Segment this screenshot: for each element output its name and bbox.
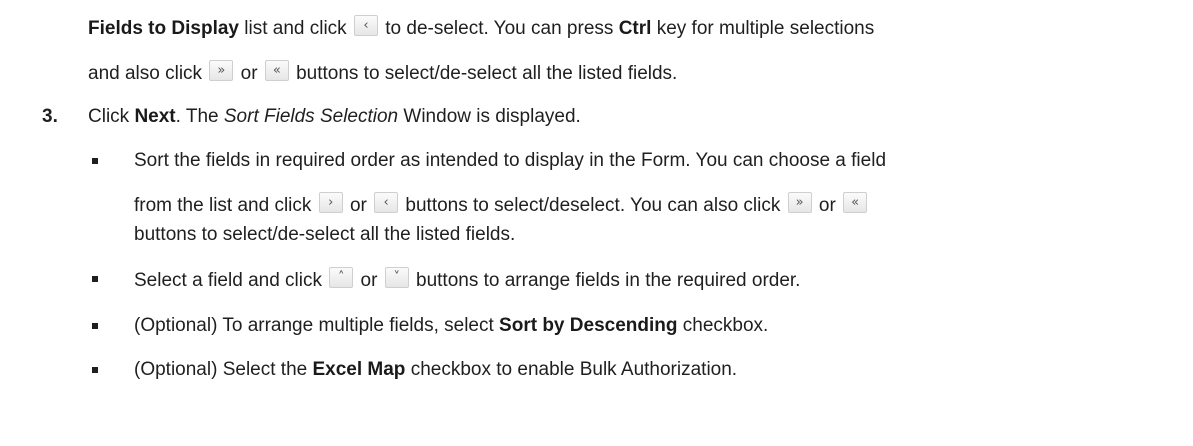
move-down-button-icon[interactable]: ˅ xyxy=(384,267,409,288)
excel-map-label: Excel Map xyxy=(312,359,406,380)
deselect-button-icon[interactable]: ‹ xyxy=(353,15,378,36)
ctrl-key-label: Ctrl xyxy=(618,18,652,39)
select-all-button-icon[interactable]: » xyxy=(209,60,234,81)
sort-by-descending-label: Sort by Descending xyxy=(499,315,678,336)
bullet-1-line-1: Sort the fields in required order as int… xyxy=(134,150,887,171)
para-line-2: and also click » or « buttons to select/… xyxy=(88,60,677,87)
bullet-3-text: (Optional) To arrange multiple fields, s… xyxy=(134,315,769,336)
sort-fields-window-label: Sort Fields Selection xyxy=(223,106,399,127)
select-button-icon[interactable]: › xyxy=(318,192,343,213)
bullet-1-line-2: from the list and click › or ‹ buttons t… xyxy=(134,192,869,219)
deselect-all-button-icon[interactable]: « xyxy=(843,192,868,213)
deselect-button-icon[interactable]: ‹ xyxy=(374,192,399,213)
bullet-icon xyxy=(92,367,98,373)
bullet-icon xyxy=(92,323,98,329)
bullet-icon xyxy=(92,158,98,164)
deselect-all-button-icon[interactable]: « xyxy=(264,60,289,81)
step-3-text: Click Next. The Sort Fields Selection Wi… xyxy=(88,106,581,127)
bullet-2-text: Select a field and click ˄ or ˅ buttons … xyxy=(134,267,800,294)
next-label: Next xyxy=(134,106,176,127)
bullet-icon xyxy=(92,276,98,282)
step-number: 3. xyxy=(42,106,58,127)
bullet-1-line-3: buttons to select/de-select all the list… xyxy=(134,224,516,245)
bullet-4-text: (Optional) Select the Excel Map checkbox… xyxy=(134,359,738,380)
move-up-button-icon[interactable]: ˄ xyxy=(329,267,354,288)
select-all-button-icon[interactable]: » xyxy=(787,192,812,213)
fields-to-display-label: Fields to Display xyxy=(88,18,239,39)
para-line-1: Fields to Display list and click ‹ to de… xyxy=(88,15,874,42)
